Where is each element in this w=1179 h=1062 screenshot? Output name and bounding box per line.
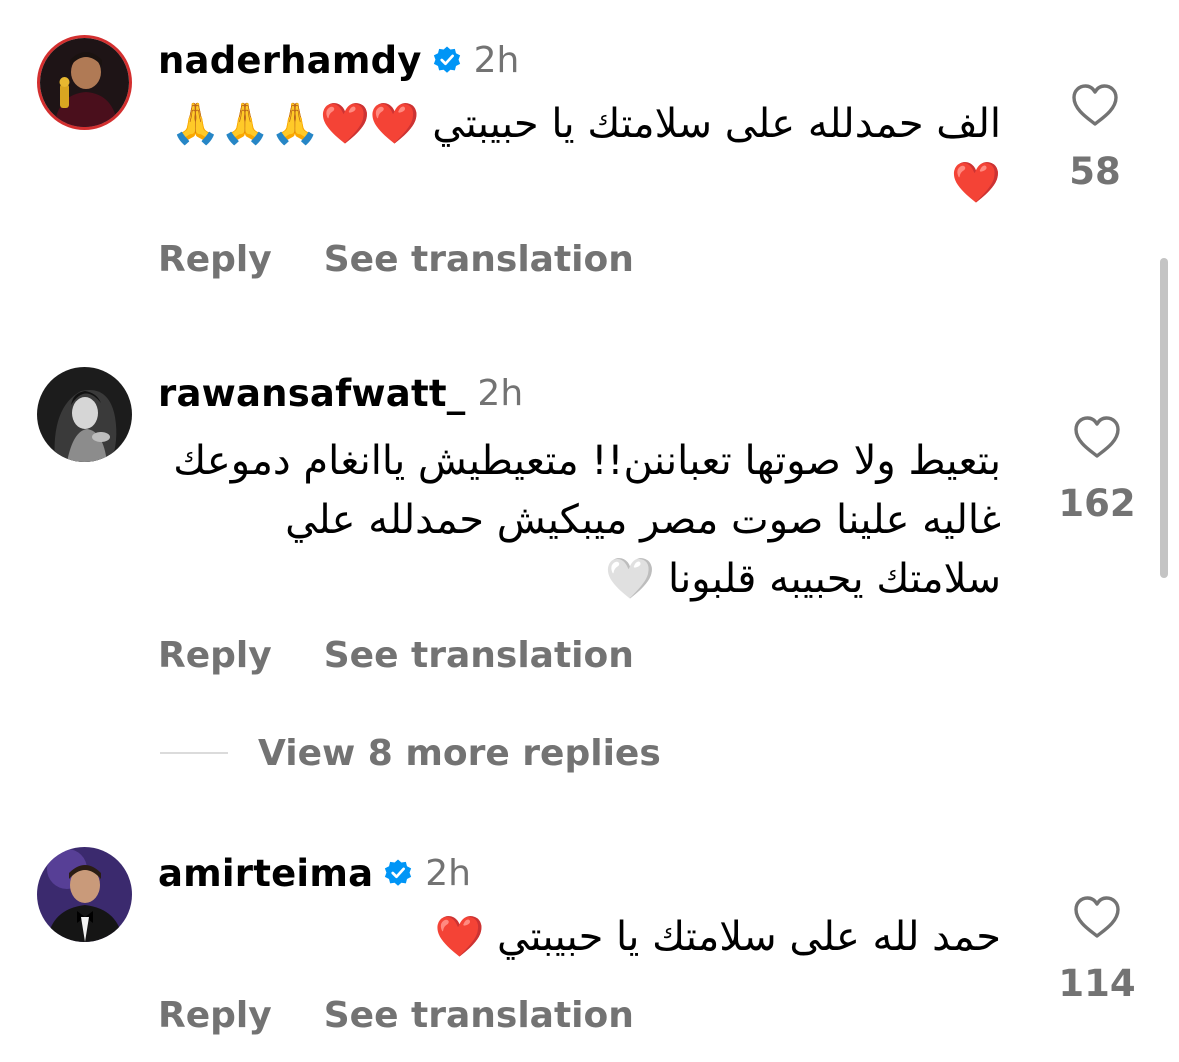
view-more-replies-label[interactable]: View 8 more replies <box>258 733 661 774</box>
comment-header: naderhamdy 2h <box>158 35 519 85</box>
reply-button[interactable]: Reply <box>158 635 272 676</box>
comment-header: rawansafwatt_ 2h <box>158 368 523 418</box>
divider-line <box>160 752 228 754</box>
view-more-replies[interactable]: View 8 more replies <box>160 728 661 778</box>
comment-header: amirteima 2h <box>158 848 471 898</box>
comment-actions: Reply See translation <box>158 990 634 1040</box>
heart-outline-icon[interactable] <box>1070 82 1120 128</box>
like-count: 162 <box>1058 482 1136 525</box>
avatar-man-holding-trophy-icon <box>40 38 129 127</box>
see-translation-button[interactable]: See translation <box>324 635 634 676</box>
avatar-man-bow-tie-icon <box>37 847 132 942</box>
reply-button[interactable]: Reply <box>158 995 272 1036</box>
comment-text: الف حمدلله على سلامتك يا حبيبتي ❤️❤️🙏🙏🙏❤… <box>170 101 1001 206</box>
timestamp: 2h <box>477 372 524 414</box>
like-control: 162 <box>1058 414 1136 525</box>
avatar[interactable] <box>37 367 132 462</box>
scrollbar[interactable] <box>1160 258 1168 578</box>
avatar-woman-black-and-white-icon <box>37 367 132 462</box>
comment-actions: Reply See translation <box>158 630 634 680</box>
timestamp: 2h <box>425 852 471 894</box>
username[interactable]: naderhamdy <box>158 39 422 82</box>
avatar[interactable] <box>37 35 132 130</box>
like-count: 58 <box>1069 150 1121 193</box>
see-translation-button[interactable]: See translation <box>324 995 634 1036</box>
like-count: 114 <box>1058 962 1136 1005</box>
comment-text: بتعيط ولا صوتها تعباننن!! متعيطيش ياانغا… <box>173 438 1001 602</box>
see-translation-button[interactable]: See translation <box>324 239 634 280</box>
username[interactable]: rawansafwatt_ <box>158 372 465 415</box>
verified-badge-icon <box>433 46 460 73</box>
timestamp: 2h <box>473 39 520 81</box>
heart-outline-icon[interactable] <box>1072 414 1122 460</box>
avatar[interactable] <box>37 847 132 942</box>
like-control: 58 <box>1060 82 1130 193</box>
username[interactable]: amirteima <box>158 852 373 895</box>
comment-text: حمد لله على سلامتك يا حبيبتي ❤️ <box>434 914 1001 960</box>
verified-badge-icon <box>385 859 412 886</box>
comment-actions: Reply See translation <box>158 234 634 284</box>
reply-button[interactable]: Reply <box>158 239 272 280</box>
like-control: 114 <box>1058 894 1136 1005</box>
heart-outline-icon[interactable] <box>1072 894 1122 940</box>
